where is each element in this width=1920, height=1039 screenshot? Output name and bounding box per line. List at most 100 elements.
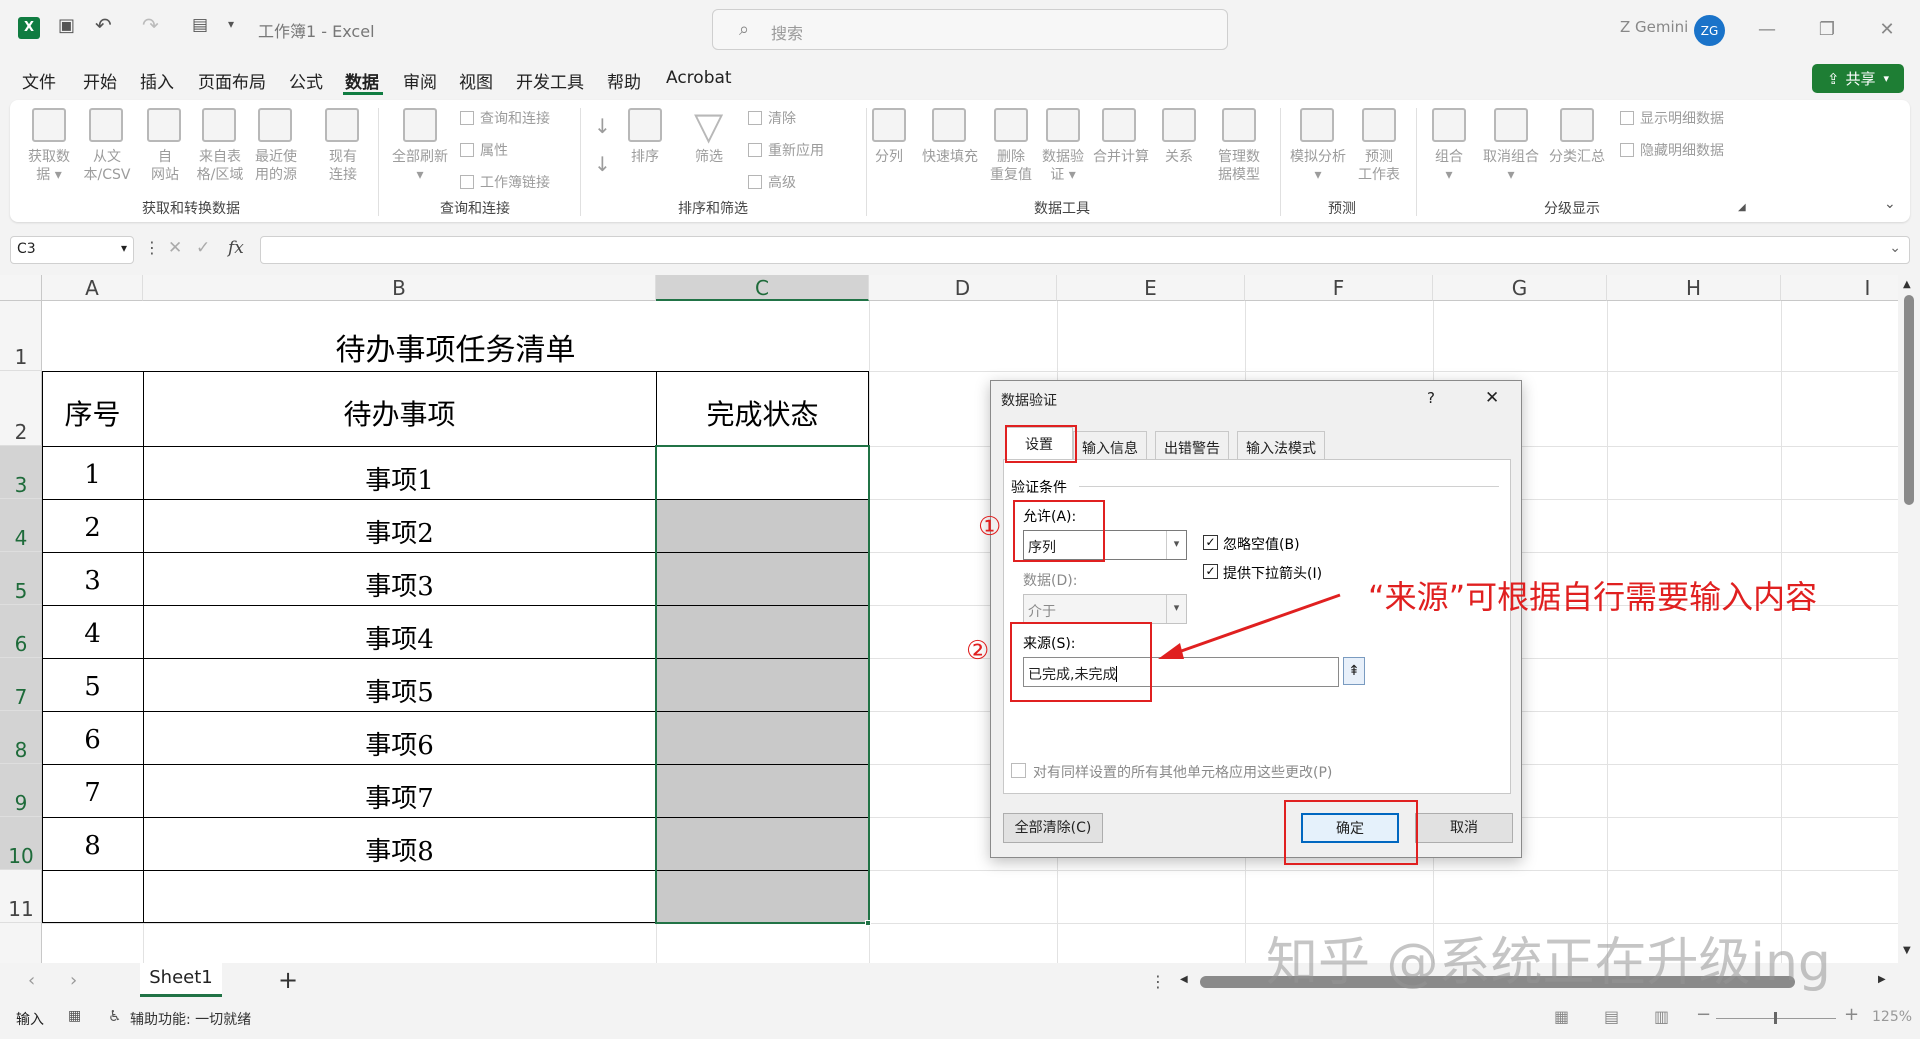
next-sheet-icon[interactable]: › — [70, 970, 77, 991]
worksheet-grid[interactable]: A B C D E F G H I 1 2 3 4 5 6 7 8 9 10 1… — [0, 275, 1898, 963]
menu-formulas[interactable]: 公式 — [289, 68, 323, 93]
cell-seq[interactable]: 1 — [42, 460, 143, 490]
cancel-button[interactable]: 取消 — [1415, 813, 1513, 843]
avatar[interactable]: ZG — [1694, 15, 1725, 46]
from-table-button[interactable]: 来自表 格/区域 — [193, 148, 247, 184]
data-validation-button[interactable]: 数据验证 ▾ — [1038, 148, 1088, 184]
reapply-button[interactable]: 重新应用 — [748, 140, 824, 160]
cell-seq[interactable]: 3 — [42, 566, 143, 596]
share-button[interactable]: ⇪ 共享 ▾ — [1812, 64, 1904, 93]
user-name[interactable]: Z Gemini — [1620, 18, 1688, 36]
accessibility-icon[interactable]: ♿ — [108, 1007, 121, 1025]
formula-input[interactable]: ⌄ — [260, 236, 1910, 264]
menu-home[interactable]: 开始 — [83, 68, 117, 93]
recent-sources-button[interactable]: 最近使 用的源 — [249, 148, 303, 184]
advanced-filter-button[interactable]: 高级 — [748, 172, 796, 192]
scroll-thumb[interactable] — [1904, 295, 1914, 505]
row-header-3[interactable]: 3 — [0, 446, 42, 499]
row-header-7[interactable]: 7 — [0, 658, 42, 711]
hide-detail-button[interactable]: 隐藏明细数据 — [1620, 140, 1724, 160]
refresh-all-button[interactable]: 全部刷新 ▾ — [388, 148, 452, 184]
header-status[interactable]: 完成状态 — [656, 393, 869, 433]
dropdown-label[interactable]: 提供下拉箭头(I) — [1223, 563, 1322, 583]
normal-view-icon[interactable]: ▦ — [1554, 1007, 1569, 1026]
cell-seq[interactable]: 2 — [42, 513, 143, 543]
column-header-b[interactable]: B — [143, 275, 656, 301]
cell-task[interactable]: 事项7 — [143, 778, 656, 815]
from-web-button[interactable]: 自网站 — [138, 148, 192, 184]
scroll-left-icon[interactable]: ◀ — [1180, 974, 1188, 985]
sort-button[interactable]: 排序 — [620, 148, 670, 166]
column-header-i[interactable]: I — [1781, 275, 1898, 301]
tab-ime-mode[interactable]: 输入法模式 — [1237, 431, 1325, 459]
row-header-2[interactable]: 2 — [0, 371, 42, 446]
cancel-entry-icon[interactable]: ✕ — [168, 238, 182, 258]
subtotal-button[interactable]: 分类汇总 — [1546, 148, 1608, 166]
tab-error-alert[interactable]: 出错警告 — [1155, 431, 1229, 459]
row-header-10[interactable]: 10 — [0, 817, 42, 870]
row-header-12[interactable] — [0, 923, 42, 963]
close-icon[interactable]: ✕ — [1872, 14, 1902, 44]
remove-duplicates-button[interactable]: 删除 重复值 — [986, 148, 1036, 184]
column-header-f[interactable]: F — [1245, 275, 1433, 301]
menu-data[interactable]: 数据 — [345, 68, 379, 93]
ignore-blank-checkbox[interactable]: ✓ — [1203, 535, 1218, 550]
cell-seq[interactable]: 5 — [42, 672, 143, 702]
flash-fill-button[interactable]: 快速填充 — [916, 148, 984, 166]
menu-insert[interactable]: 插入 — [140, 68, 174, 93]
forecast-sheet-button[interactable]: 预测 工作表 — [1352, 148, 1406, 184]
row-header-1[interactable]: 1 — [0, 301, 42, 371]
zoom-slider-thumb[interactable] — [1774, 1012, 1777, 1024]
row-header-11[interactable]: 11 — [0, 870, 42, 923]
show-detail-button[interactable]: 显示明细数据 — [1620, 108, 1724, 128]
header-task[interactable]: 待办事项 — [143, 393, 656, 433]
get-data-button[interactable]: 获取数据 ▾ — [20, 148, 78, 184]
queries-connections-button[interactable]: 查询和连接 — [460, 108, 550, 128]
restore-icon[interactable]: ❐ — [1812, 14, 1842, 44]
cell-task[interactable]: 事项5 — [143, 672, 656, 709]
help-button[interactable]: ? — [1427, 389, 1435, 407]
fill-handle[interactable] — [865, 920, 871, 926]
search-box[interactable]: ⌕ 搜索 — [712, 9, 1228, 50]
page-layout-view-icon[interactable]: ▤ — [1604, 1007, 1619, 1026]
cell-seq[interactable]: 6 — [42, 725, 143, 755]
confirm-entry-icon[interactable]: ✓ — [196, 238, 210, 258]
cell-task[interactable]: 事项8 — [143, 831, 656, 868]
sort-desc-icon[interactable]: ↓ — [594, 152, 611, 176]
menu-developer[interactable]: 开发工具 — [516, 68, 584, 93]
more-icon[interactable]: ⋮ — [1150, 972, 1166, 991]
dropdown-checkbox[interactable]: ✓ — [1203, 564, 1218, 579]
from-text-csv-button[interactable]: 从文 本/CSV — [80, 148, 134, 184]
row-header-4[interactable]: 4 — [0, 499, 42, 552]
column-header-c[interactable]: C — [656, 275, 869, 301]
what-if-button[interactable]: 模拟分析 ▾ — [1284, 148, 1352, 184]
add-sheet-button[interactable]: + — [278, 966, 298, 994]
sheet-title[interactable]: 待办事项任务清单 — [42, 325, 869, 369]
menu-view[interactable]: 视图 — [459, 68, 493, 93]
accessibility-status[interactable]: 辅助功能: 一切就绪 — [130, 1009, 251, 1029]
menu-page-layout[interactable]: 页面布局 — [198, 68, 266, 93]
dialog-launcher-icon[interactable]: ◢ — [1738, 202, 1746, 213]
zoom-level[interactable]: 125% — [1872, 1009, 1912, 1025]
minimize-icon[interactable]: — — [1752, 14, 1782, 44]
column-header-a[interactable]: A — [42, 275, 143, 301]
expand-formula-icon[interactable]: ⌄ — [1889, 240, 1901, 256]
column-header-d[interactable]: D — [869, 275, 1057, 301]
row-header-6[interactable]: 6 — [0, 605, 42, 658]
row-header-8[interactable]: 8 — [0, 711, 42, 764]
zoom-out-icon[interactable]: − — [1696, 1004, 1711, 1025]
name-box[interactable]: C3 ▾ — [10, 236, 134, 264]
prev-sheet-icon[interactable]: ‹ — [28, 970, 35, 991]
sheet-tab-sheet1[interactable]: Sheet1 — [140, 963, 222, 997]
existing-connections-button[interactable]: 现有 连接 — [316, 148, 370, 184]
cell-seq[interactable]: 7 — [42, 778, 143, 808]
cell-task[interactable]: 事项6 — [143, 725, 656, 762]
consolidate-button[interactable]: 合并计算 — [1090, 148, 1152, 166]
row-header-5[interactable]: 5 — [0, 552, 42, 605]
vertical-scrollbar[interactable]: ▲ ▼ — [1898, 275, 1920, 963]
cell-task[interactable]: 事项1 — [143, 460, 656, 497]
column-header-e[interactable]: E — [1057, 275, 1245, 301]
zoom-in-icon[interactable]: + — [1844, 1004, 1859, 1025]
menu-help[interactable]: 帮助 — [607, 68, 641, 93]
column-header-h[interactable]: H — [1607, 275, 1781, 301]
